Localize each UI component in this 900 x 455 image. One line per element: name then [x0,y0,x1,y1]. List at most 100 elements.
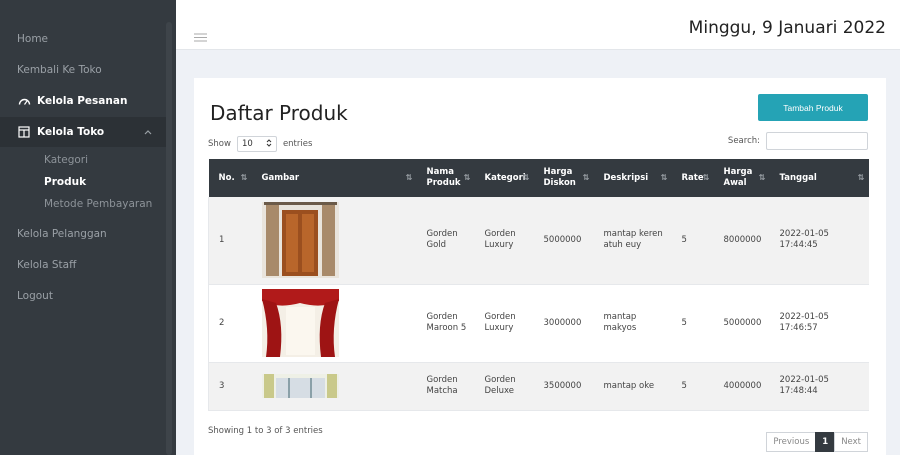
cell-no: 1 [208,197,252,285]
cell-harga-diskon: 5000000 [533,197,594,285]
column-header-harga-diskon[interactable]: Harga Diskon ⇅ [533,159,594,197]
column-header-no[interactable]: No. ⇅ [208,159,252,197]
table-info: Showing 1 to 3 of 3 entries [208,426,323,436]
sidebar-item-label: Kelola Staff [17,259,77,271]
search-input[interactable] [766,132,868,150]
entries-select[interactable]: 10 [236,136,277,152]
cell-harga-awal: 4000000 [713,362,770,411]
sidebar-item-label: Kelola Pelanggan [17,228,107,240]
column-header-harga-awal[interactable]: Harga Awal ⇅ [713,159,770,197]
pagination-previous[interactable]: Previous [766,432,817,452]
sort-arrows-icon: ⇅ [522,173,530,182]
column-header-kategori[interactable]: Kategori ⇅ [474,159,534,197]
cell-kategori: Gorden Luxury [474,284,534,363]
cell-gambar [251,284,417,363]
entries-length-control: Show 10 entries [208,136,312,152]
table-header-row: No. ⇅ Gambar ⇅ Nama Produk ⇅ Kategori ⇅ Harg… [208,159,869,197]
sidebar-item-label: Logout [17,290,53,302]
submenu-item-produk[interactable]: Produk [0,171,166,193]
search-label: Search: [727,136,760,146]
table-row[interactable]: 2 Gorden Maroon 5 Gorden Luxury 3000000 … [208,284,869,363]
sidebar-item-kembali-ke-toko[interactable]: Kembali Ke Toko [0,55,166,85]
cell-gambar [251,197,417,285]
column-header-nama-produk[interactable]: Nama Produk ⇅ [416,159,475,197]
submenu-item-label: Produk [44,176,87,188]
pagination-page-1[interactable]: 1 [815,432,836,452]
column-header-rate[interactable]: Rate ⇅ [671,159,714,197]
current-date: Minggu, 9 Januari 2022 [688,18,886,38]
sort-arrows-icon: ⇅ [857,173,865,182]
cell-kategori: Gorden Deluxe [474,362,534,411]
cell-deskripsi: mantap makyos [593,284,672,363]
submenu-item-kategori[interactable]: Kategori [0,149,166,171]
cell-deskripsi: mantap oke [593,362,672,411]
cell-nama-produk: Gorden Gold [416,197,475,285]
sort-arrows-icon: ⇅ [240,173,248,182]
column-header-label: Rate [681,172,704,183]
column-header-label: Harga Awal [723,167,753,188]
cell-deskripsi: mantap keren atuh euy [593,197,672,285]
add-product-button[interactable]: Tambah Produk [758,94,868,121]
pagination-next[interactable]: Next [834,432,868,452]
sort-arrows-icon: ⇅ [463,173,471,182]
cell-gambar [251,362,417,411]
sort-arrows-icon: ⇅ [702,173,710,182]
sidebar-item-kelola-pesanan[interactable]: Kelola Pesanan [0,86,166,116]
sidebar-item-kelola-toko[interactable]: Kelola Toko [0,117,166,147]
entries-select-value: 10 [241,139,253,149]
cell-no: 2 [208,284,252,363]
dashboard-gauge-icon [17,94,31,108]
cell-harga-awal: 5000000 [713,284,770,363]
sidebar-scrollbar[interactable] [166,22,172,455]
product-image-gorden-maroon[interactable] [261,289,339,357]
top-bar: Minggu, 9 Januari 2022 [176,0,900,50]
store-icon [17,125,31,139]
hamburger-menu-icon[interactable] [194,27,207,46]
product-image-gorden-gold[interactable] [261,202,339,279]
sidebar-item-label: Kelola Pesanan [37,95,128,107]
cell-harga-diskon: 3000000 [533,284,594,363]
sort-arrows-icon: ⇅ [660,173,668,182]
sort-arrows-icon: ⇅ [405,173,413,182]
select-arrows-icon [266,138,272,150]
submenu-item-label: Metode Pembayaran [44,198,153,210]
chevron-up-icon [144,126,152,138]
cell-rate: 5 [671,284,714,363]
cell-tanggal: 2022-01-05 17:48:44 [769,362,869,411]
cell-no: 3 [208,362,252,411]
table-row[interactable]: 1 Gorden Gold Gorden Luxury 5000000 mant… [208,197,869,285]
search-control: Search: [728,132,868,150]
column-header-label: Harga Diskon [543,167,576,188]
column-header-tanggal[interactable]: Tanggal ⇅ [769,159,869,197]
cell-nama-produk: Gorden Maroon 5 [416,284,475,363]
product-image-gorden-matcha[interactable] [261,374,339,398]
column-header-label: Gambar [261,172,300,183]
column-header-gambar[interactable]: Gambar ⇅ [251,159,417,197]
sort-arrows-icon: ⇅ [758,173,766,182]
submenu-item-label: Kategori [44,154,89,166]
show-label: Show [208,139,231,149]
cell-rate: 5 [671,362,714,411]
column-header-label: Kategori [484,172,526,183]
sidebar-item-logout[interactable]: Logout [0,281,166,311]
cell-tanggal: 2022-01-05 17:44:45 [769,197,869,285]
cell-kategori: Gorden Luxury [474,197,534,285]
column-header-deskripsi[interactable]: Deskripsi ⇅ [593,159,672,197]
product-card: Daftar Produk Tambah Produk Show 10 entr… [194,78,886,455]
column-header-label: Tanggal [779,172,817,183]
submenu-item-metode-pembayaran[interactable]: Metode Pembayaran [0,193,166,215]
cell-harga-awal: 8000000 [713,197,770,285]
column-header-label: No. [218,172,235,183]
sidebar-item-home[interactable]: Home [0,24,166,54]
sort-arrows-icon: ⇅ [582,173,590,182]
product-table: No. ⇅ Gambar ⇅ Nama Produk ⇅ Kategori ⇅ Harg… [208,159,869,411]
sidebar-item-label: Kelola Toko [37,126,105,138]
pagination: Previous 1 Next [766,432,868,452]
sidebar-item-kelola-pelanggan[interactable]: Kelola Pelanggan [0,219,166,249]
table-row[interactable]: 3 Gorden Matcha Gorden Deluxe 3500000 ma… [208,362,869,411]
sidebar-item-label: Home [17,33,49,45]
sidebar-item-kelola-staff[interactable]: Kelola Staff [0,250,166,280]
cell-tanggal: 2022-01-05 17:46:57 [769,284,869,363]
page-title: Daftar Produk [210,101,348,125]
cell-nama-produk: Gorden Matcha [416,362,475,411]
